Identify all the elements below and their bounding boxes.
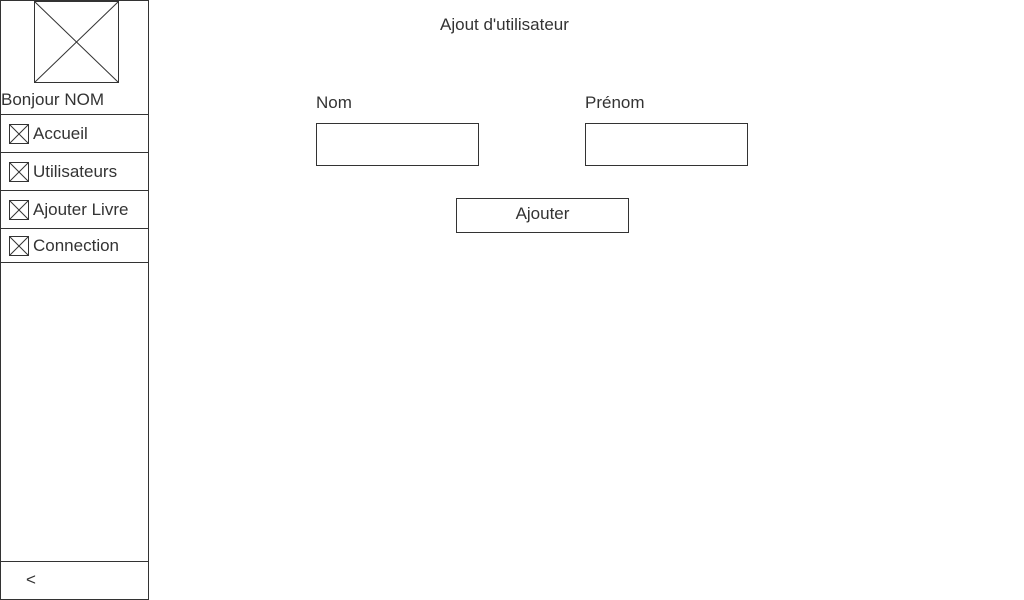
logo-placeholder-icon xyxy=(34,1,119,83)
sidebar-item-accueil[interactable]: Accueil xyxy=(1,114,148,152)
sidebar-item-label: Ajouter Livre xyxy=(33,199,129,219)
nom-label: Nom xyxy=(316,93,352,112)
image-placeholder-icon xyxy=(9,235,29,256)
sidebar-item-connection[interactable]: Connection xyxy=(1,228,148,263)
sidebar-item-ajouter-livre[interactable]: Ajouter Livre xyxy=(1,190,148,228)
sidebar-nav: Accueil Utilisateurs Ajouter Livre Conne… xyxy=(1,114,148,263)
add-user-button[interactable]: Ajouter xyxy=(456,198,629,233)
image-placeholder-icon xyxy=(9,123,29,144)
sidebar-item-label: Utilisateurs xyxy=(33,161,118,181)
user-greeting: Bonjour NOM xyxy=(1,90,104,109)
prenom-label: Prénom xyxy=(585,93,645,112)
page-title: Ajout d'utilisateur xyxy=(440,15,569,34)
image-placeholder-icon xyxy=(9,161,29,182)
prenom-input[interactable] xyxy=(585,123,748,166)
sidebar-item-label: Accueil xyxy=(33,123,88,143)
sidebar-item-utilisateurs[interactable]: Utilisateurs xyxy=(1,152,148,190)
sidebar: Bonjour NOM Accueil Utilisateurs Ajouter… xyxy=(0,0,149,600)
image-placeholder-icon xyxy=(9,199,29,220)
nom-input[interactable] xyxy=(316,123,479,166)
collapse-sidebar-button[interactable]: < xyxy=(1,561,148,599)
sidebar-item-label: Connection xyxy=(33,235,120,255)
chevron-left-icon: < xyxy=(26,570,36,589)
